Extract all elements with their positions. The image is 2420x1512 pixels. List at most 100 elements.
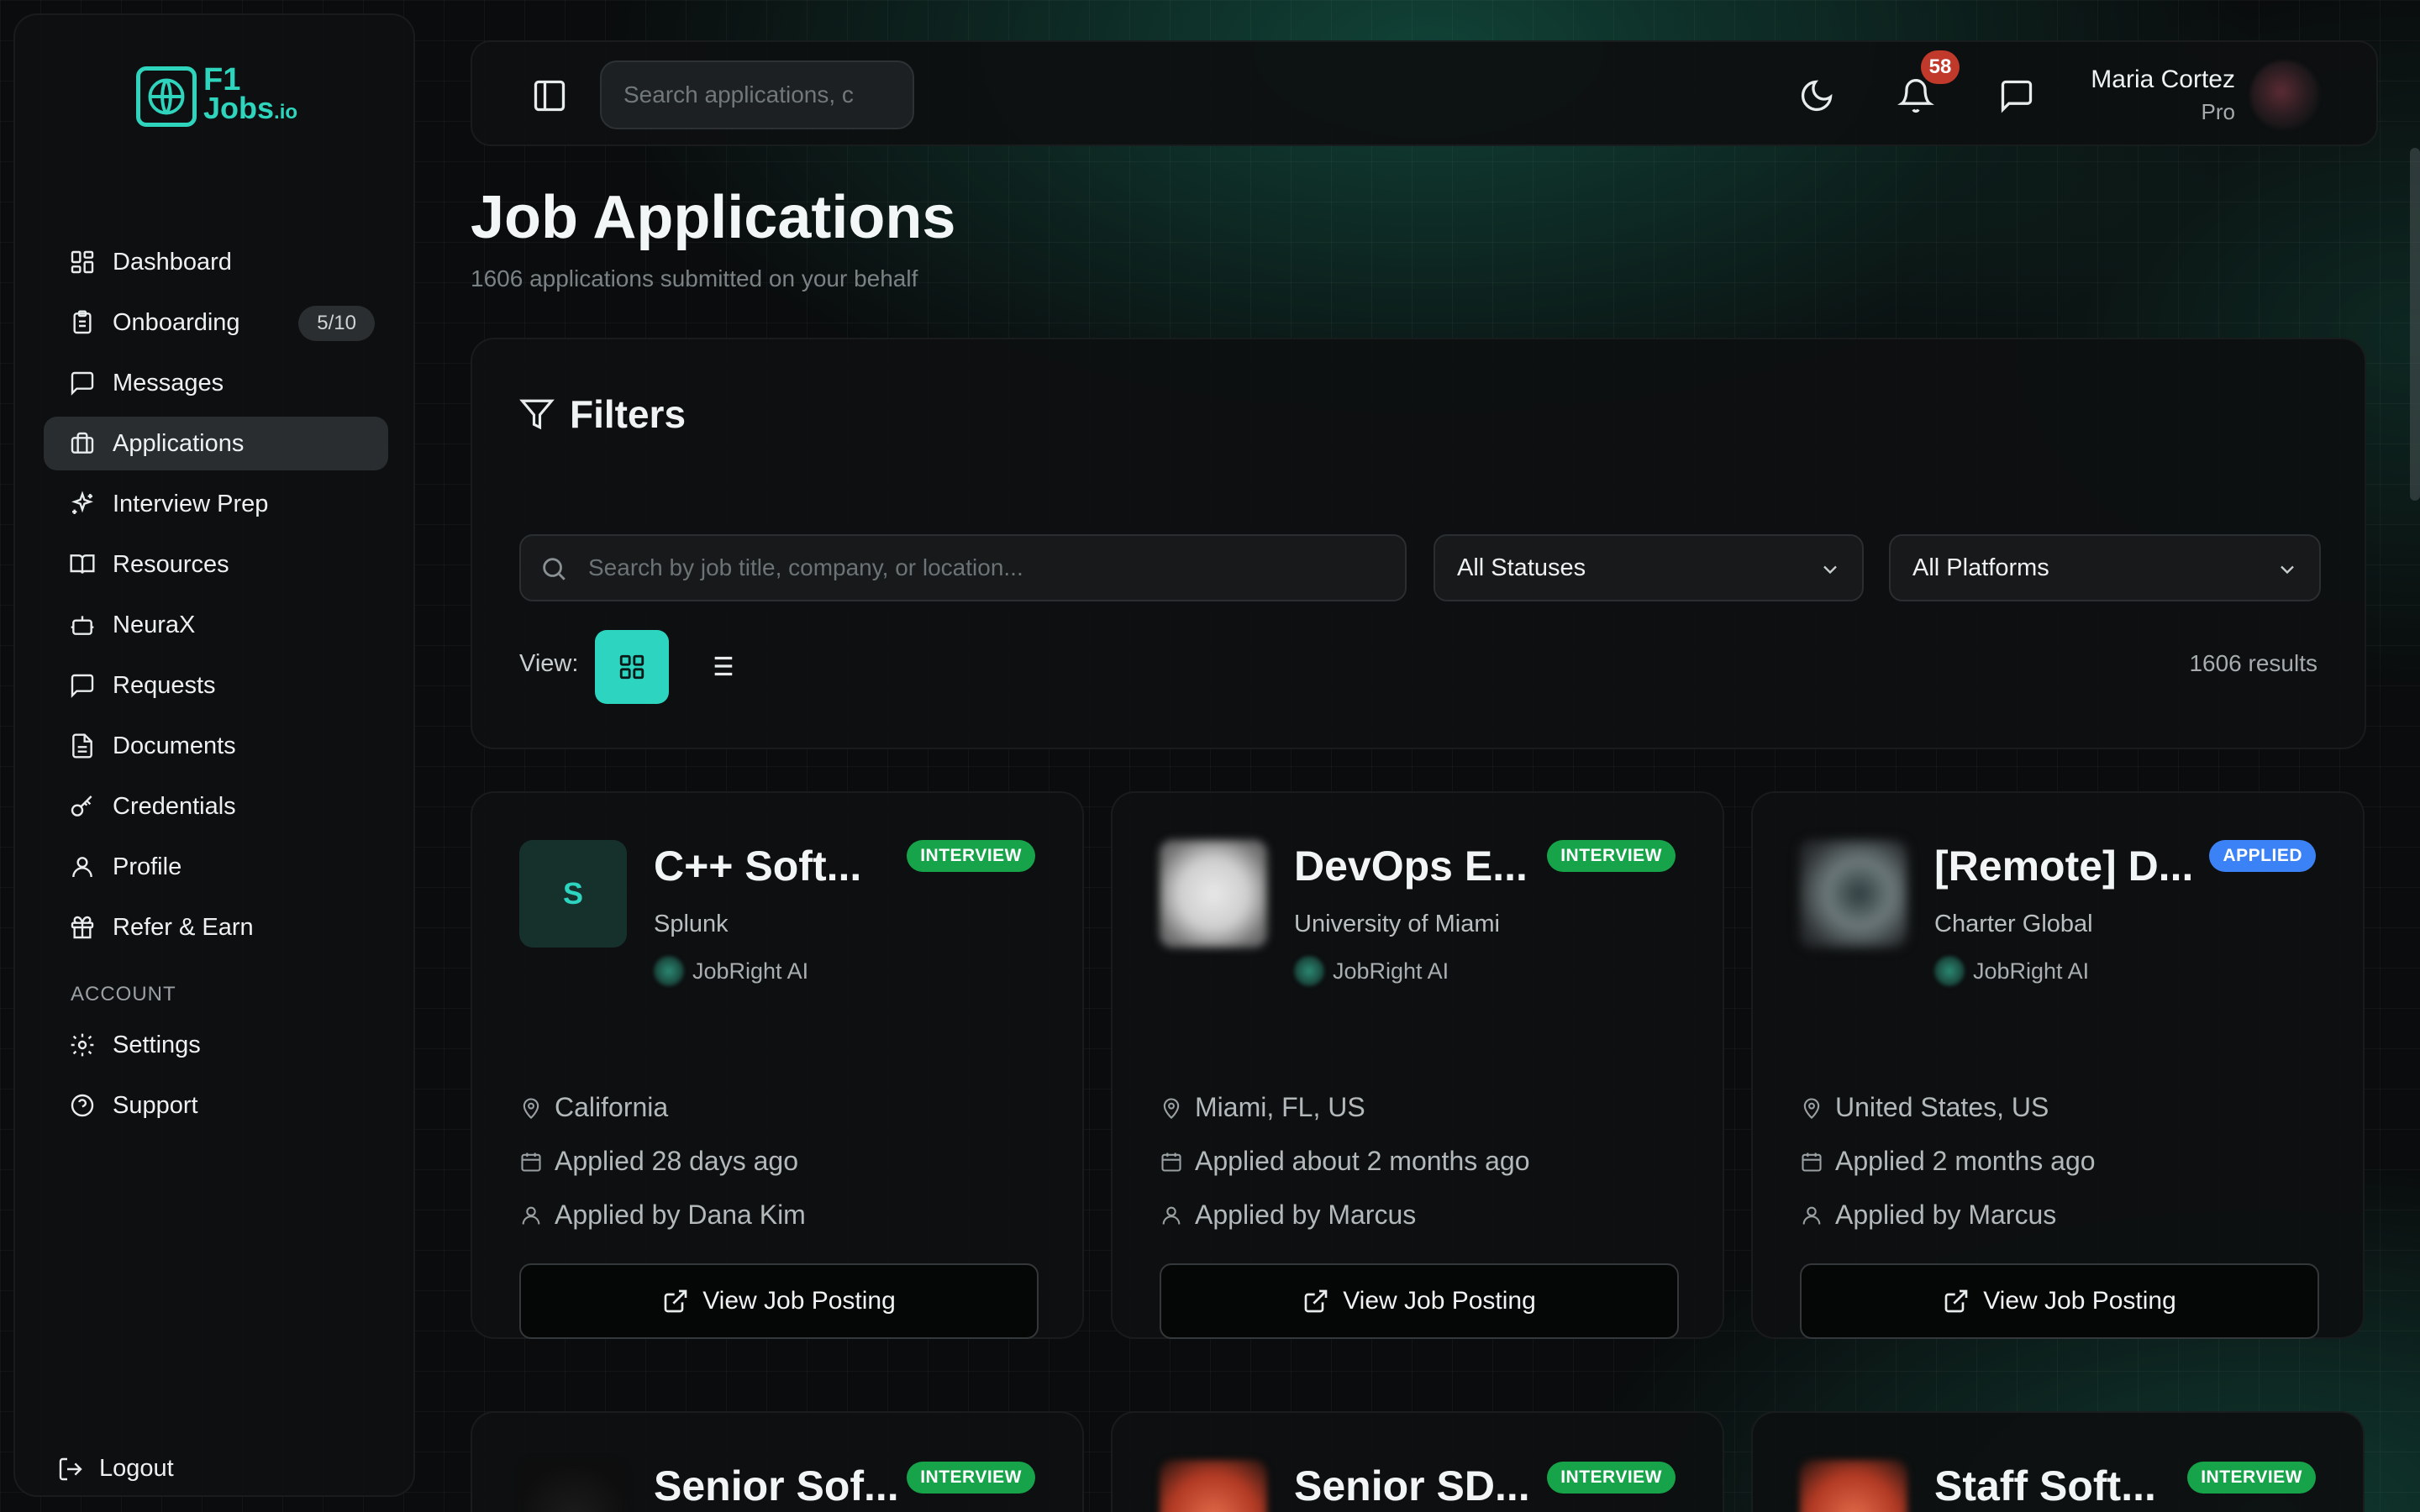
- notification-count-badge: 58: [1921, 50, 1960, 84]
- calendar-icon: [1161, 1152, 1181, 1172]
- status-select-value: All Statuses: [1457, 554, 1586, 581]
- sidebar-item-label: Refer & Earn: [113, 913, 254, 941]
- header-search-input[interactable]: Search applications, c: [600, 60, 914, 129]
- page-scrollbar[interactable]: [2410, 148, 2420, 501]
- search-icon: [543, 558, 566, 580]
- sidebar-item-requests[interactable]: Requests: [44, 659, 388, 712]
- sidebar-item-label: Documents: [113, 732, 236, 759]
- app-logo[interactable]: F1 Jobs.io: [136, 64, 297, 127]
- file-icon: [72, 733, 92, 759]
- map-pin-icon: [1163, 1098, 1180, 1119]
- sidebar-item-messages[interactable]: Messages: [44, 356, 388, 410]
- source-name: JobRight AI: [692, 958, 809, 984]
- user-icon: [1802, 1206, 1821, 1225]
- sidebar: F1 Jobs.io Dashboard Onboarding 5/10 Mes…: [13, 13, 415, 1497]
- application-card[interactable]: Senior SD... INTERVIEW: [1111, 1411, 1724, 1512]
- applied-by: Applied by Marcus: [1195, 1200, 1417, 1230]
- sidebar-nav: Dashboard Onboarding 5/10 Messages Appli…: [44, 235, 388, 1139]
- application-card[interactable]: Senior Sof... INTERVIEW: [471, 1411, 1084, 1512]
- sparkles-icon: [71, 491, 94, 514]
- sidebar-item-refer-earn[interactable]: Refer & Earn: [44, 900, 388, 954]
- external-link-icon: [664, 1289, 687, 1313]
- filter-search-input[interactable]: Search by job title, company, or locatio…: [519, 534, 1407, 601]
- button-label: View Job Posting: [1983, 1287, 2176, 1315]
- job-title: DevOps E...: [1294, 843, 1528, 890]
- sidebar-item-dashboard[interactable]: Dashboard: [44, 235, 388, 289]
- sidebar-item-settings[interactable]: Settings: [44, 1018, 388, 1072]
- sidebar-item-label: Support: [113, 1091, 198, 1119]
- onboarding-progress-badge: 5/10: [298, 306, 375, 341]
- source-logo-icon: [1934, 956, 1965, 986]
- filters-heading: Filters: [570, 392, 687, 436]
- sidebar-item-neurax[interactable]: NeuraX: [44, 598, 388, 652]
- source-name: JobRight AI: [1333, 958, 1449, 984]
- applied-date: Applied 2 months ago: [1835, 1146, 2096, 1176]
- applied-date: Applied about 2 months ago: [1195, 1146, 1530, 1176]
- status-select[interactable]: All Statuses: [1434, 534, 1864, 601]
- gear-icon: [71, 1033, 94, 1057]
- grid-view-button[interactable]: [595, 630, 669, 704]
- bell-icon[interactable]: [1897, 77, 1934, 114]
- sidebar-item-documents[interactable]: Documents: [44, 719, 388, 773]
- view-job-posting-button[interactable]: View Job Posting: [519, 1263, 1039, 1339]
- platform-select[interactable]: All Platforms: [1889, 534, 2321, 601]
- top-header: Search applications, c 58 Maria Cortez P…: [471, 40, 2378, 146]
- chat-icon[interactable]: [1998, 77, 2035, 114]
- sidebar-item-label: Credentials: [113, 792, 236, 820]
- sidebar-item-applications[interactable]: Applications: [44, 417, 388, 470]
- logout-label: Logout: [99, 1455, 174, 1482]
- briefcase-icon: [71, 432, 94, 454]
- company-logo: [1160, 840, 1267, 948]
- clipboard-icon: [73, 310, 92, 334]
- message-square-icon: [71, 674, 94, 698]
- job-title: C++ Soft...: [654, 843, 862, 890]
- sidebar-toggle-icon[interactable]: [531, 77, 568, 114]
- company-name: Splunk: [654, 911, 729, 937]
- application-card[interactable]: Staff Soft... INTERVIEW: [1751, 1411, 2365, 1512]
- job-title: Senior SD...: [1294, 1462, 1530, 1509]
- book-icon: [70, 554, 95, 574]
- user-name[interactable]: Maria Cortez: [2091, 66, 2235, 94]
- logout-icon: [59, 1457, 82, 1480]
- view-label: View:: [519, 650, 579, 677]
- sidebar-item-profile[interactable]: Profile: [44, 840, 388, 894]
- job-title: Senior Sof...: [654, 1462, 899, 1509]
- external-link-icon: [1304, 1289, 1328, 1313]
- applied-by: Applied by Marcus: [1835, 1200, 2057, 1230]
- view-job-posting-button[interactable]: View Job Posting: [1160, 1263, 1679, 1339]
- application-card[interactable]: S C++ Soft... INTERVIEW Splunk JobRight …: [471, 791, 1084, 1339]
- key-icon: [71, 795, 92, 816]
- list-view-icon[interactable]: [704, 650, 736, 682]
- sidebar-item-label: Requests: [113, 671, 216, 699]
- source-logo-icon: [654, 956, 684, 986]
- filters-panel: Filters Search by job title, company, or…: [471, 338, 2366, 749]
- company-logo: [1800, 1460, 1907, 1512]
- applied-by: Applied by Dana Kim: [555, 1200, 806, 1230]
- avatar[interactable]: [2250, 60, 2319, 129]
- sidebar-item-label: Applications: [113, 429, 245, 457]
- sidebar-item-resources[interactable]: Resources: [44, 538, 388, 591]
- map-pin-icon: [1803, 1098, 1820, 1119]
- job-location: United States, US: [1835, 1092, 2049, 1122]
- status-badge: INTERVIEW: [907, 840, 1035, 872]
- status-badge: INTERVIEW: [1547, 1462, 1676, 1494]
- view-job-posting-button[interactable]: View Job Posting: [1800, 1263, 2319, 1339]
- sidebar-item-credentials[interactable]: Credentials: [44, 780, 388, 833]
- sidebar-item-label: Resources: [113, 550, 229, 578]
- sidebar-item-interview-prep[interactable]: Interview Prep: [44, 477, 388, 531]
- user-icon: [72, 857, 92, 878]
- application-card[interactable]: [Remote] D... APPLIED Charter Global Job…: [1751, 791, 2365, 1339]
- chevron-down-icon: [2281, 565, 2294, 575]
- logout-button[interactable]: Logout: [57, 1455, 174, 1483]
- company-logo: [1160, 1460, 1267, 1512]
- company-logo: [519, 1460, 627, 1512]
- moon-icon[interactable]: [1798, 77, 1835, 114]
- sidebar-item-support[interactable]: Support: [44, 1079, 388, 1132]
- gift-icon: [71, 916, 94, 939]
- sidebar-item-onboarding[interactable]: Onboarding 5/10: [44, 296, 388, 349]
- calendar-icon: [521, 1152, 541, 1172]
- message-icon: [71, 371, 94, 396]
- filter-icon: [519, 399, 555, 430]
- application-card[interactable]: DevOps E... INTERVIEW University of Miam…: [1111, 791, 1724, 1339]
- button-label: View Job Posting: [702, 1287, 896, 1315]
